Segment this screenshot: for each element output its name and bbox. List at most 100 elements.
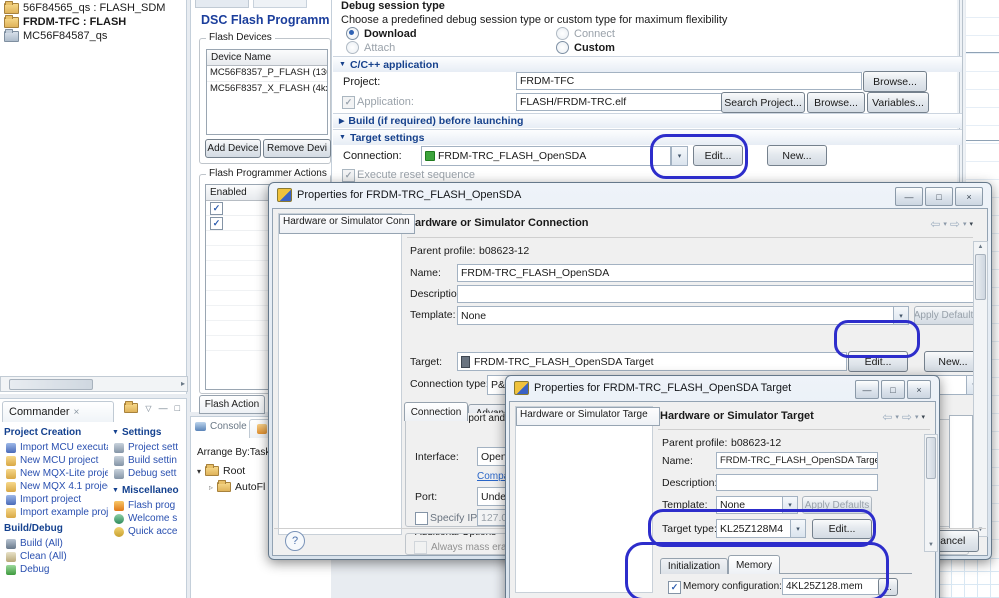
new-project-icon[interactable] [124, 401, 139, 413]
tree-hscrollbar[interactable]: ▸ [0, 376, 188, 392]
tree-collapsed-icon[interactable]: ▹ [209, 483, 213, 492]
cmd-flash-programmer[interactable]: Flash prog [114, 500, 184, 511]
tree-item[interactable]: FRDM-TFC : FLASH [4, 14, 126, 28]
browse-button[interactable]: Browse... [807, 92, 865, 113]
back-icon[interactable]: ⇦ [882, 410, 892, 424]
dropdown-icon[interactable]: ▾ [895, 413, 899, 421]
cmd-project-settings[interactable]: Project sett [114, 442, 184, 453]
cut-editor-tab[interactable] [253, 0, 307, 8]
section-miscellaneous[interactable]: ▼ Miscellaneo [112, 485, 179, 496]
back-icon[interactable]: ⇦ [930, 217, 940, 231]
search-project-button[interactable]: Search Project... [721, 92, 805, 113]
maximize-view-icon[interactable]: □ [175, 403, 180, 413]
specify-ip-checkbox[interactable] [415, 512, 428, 525]
tree-item[interactable]: MC56F84587_qs [4, 28, 107, 42]
dialog-vscrollbar[interactable]: ▲ ▼ [973, 241, 988, 537]
name-input[interactable]: FRDM-TRC_FLASH_OpenSDA Target [716, 452, 878, 469]
connection-new-button[interactable]: New... [767, 145, 827, 166]
section-cpp-application[interactable]: ▼ C/C++ application [333, 56, 962, 72]
flash-action-tab[interactable]: Flash Action [199, 395, 265, 414]
section-project-creation[interactable]: Project Creation [4, 427, 81, 438]
scroll-thumb[interactable] [926, 437, 936, 479]
section-settings[interactable]: ▼ Settings [112, 427, 161, 438]
dialog-titlebar[interactable]: Properties for FRDM-TRC_FLASH_OpenSDA [277, 188, 521, 202]
maximize-button[interactable]: □ [881, 380, 905, 399]
help-button[interactable]: ? [285, 531, 305, 551]
sidebar-item-hw-target[interactable]: Hardware or Simulator Targe [516, 407, 660, 426]
radio-download[interactable]: Download [346, 27, 417, 40]
radio-attach[interactable]: Attach [346, 41, 395, 54]
connection-combo[interactable]: FRDM-TRC_FLASH_OpenSDA [421, 146, 671, 166]
name-input[interactable]: FRDM-TRC_FLASH_OpenSDA [457, 264, 979, 282]
apply-defaults-button[interactable]: Apply Defaults [914, 306, 978, 325]
cmd-debug-settings[interactable]: Debug sett [114, 468, 184, 479]
description-input[interactable] [716, 474, 878, 491]
minimize-button[interactable]: — [895, 187, 923, 206]
close-icon[interactable]: × [74, 407, 80, 418]
description-input[interactable] [457, 285, 979, 303]
sidebar-item-hw-connection[interactable]: Hardware or Simulator Conn [279, 214, 415, 234]
radio-custom[interactable]: Custom [556, 41, 615, 54]
section-build-before-launch[interactable]: ▶ Build (if required) before launching [333, 113, 962, 128]
cmd-debug[interactable]: Debug [6, 564, 108, 575]
minimize-view-icon[interactable]: — [159, 403, 168, 413]
forward-icon[interactable]: ⇨ [902, 410, 912, 424]
close-button[interactable]: × [955, 187, 983, 206]
scroll-up-icon[interactable]: ▲ [974, 242, 987, 252]
scroll-thumb[interactable] [975, 254, 986, 300]
dropdown-icon[interactable]: ▾ [915, 413, 919, 421]
view-menu-icon[interactable]: ▾ [969, 220, 973, 228]
cmd-welcome-screen[interactable]: Welcome s [114, 513, 184, 524]
section-target-settings[interactable]: ▼ Target settings [333, 129, 962, 145]
target-field[interactable]: FRDM-TRC_FLASH_OpenSDA Target [457, 352, 847, 371]
cmd-quick-access[interactable]: Quick acce [114, 526, 184, 537]
cmd-clean-all[interactable]: Clean (All) [6, 551, 108, 562]
enabled-checkbox[interactable]: ✓ [210, 201, 223, 215]
browse-button[interactable]: Browse... [863, 71, 927, 92]
cmd-new-mcu-project[interactable]: New MCU project [6, 455, 108, 466]
console-tab[interactable]: Console [195, 421, 247, 432]
project-input[interactable]: FRDM-TFC [516, 72, 862, 90]
minimize-button[interactable]: — [855, 380, 879, 399]
column-header-device-name[interactable]: Device Name [207, 50, 327, 66]
dialog-titlebar[interactable]: Properties for FRDM-TRC_FLASH_OpenSDA Ta… [514, 381, 791, 395]
scroll-right-icon[interactable]: ▸ [181, 379, 185, 389]
scroll-thumb[interactable] [9, 379, 93, 390]
table-row[interactable]: MC56F8357_X_FLASH (4kx1 [207, 81, 327, 97]
cmd-build-settings[interactable]: Build settin [114, 455, 184, 466]
maximize-button[interactable]: □ [925, 187, 953, 206]
close-button[interactable]: × [907, 380, 931, 399]
cmd-import-example[interactable]: Import example project [6, 507, 108, 518]
tree-item-root[interactable]: ▾ Root [197, 464, 245, 477]
execute-reset-checkbox[interactable]: ✓ [342, 169, 355, 182]
cmd-import-project[interactable]: Import project [6, 494, 108, 505]
variables-button[interactable]: Variables... [867, 92, 929, 113]
cmd-new-mqx-41[interactable]: New MQX 4.1 project [6, 481, 108, 492]
dropdown-icon[interactable]: ▾ [943, 220, 947, 228]
remove-device-button[interactable]: Remove Devi [263, 139, 331, 158]
tree-item-autoflash[interactable]: ▹ AutoFl [209, 480, 265, 493]
always-mass-erase-checkbox[interactable] [414, 541, 427, 554]
section-build-debug[interactable]: Build/Debug [4, 523, 63, 534]
enabled-checkbox[interactable]: ✓ [210, 216, 223, 230]
table-row[interactable]: MC56F8357_P_FLASH (136k [207, 66, 327, 81]
add-device-button[interactable]: Add Device [205, 139, 261, 158]
tree-expanded-icon[interactable]: ▾ [197, 467, 201, 476]
tree-item[interactable]: 56F84565_qs : FLASH_SDM [4, 0, 165, 14]
cmd-import-mcu-executable[interactable]: Import MCU executable file [6, 442, 108, 453]
panel-splitter[interactable] [956, 0, 965, 185]
commander-tab[interactable]: Commander × [2, 401, 114, 422]
view-menu-icon[interactable]: ▽ [145, 404, 151, 413]
cmd-build-all[interactable]: Build (All) [6, 538, 108, 549]
view-menu-icon[interactable]: ▾ [921, 413, 925, 421]
application-input[interactable]: FLASH/FRDM-TRC.elf [516, 93, 724, 111]
application-checkbox[interactable]: ✓ [342, 96, 355, 109]
dialog-vscrollbar[interactable]: ▼ [924, 434, 938, 552]
scroll-down-icon[interactable]: ▼ [925, 540, 937, 550]
dropdown-icon[interactable]: ▾ [963, 220, 967, 228]
radio-connect[interactable]: Connect [556, 27, 615, 40]
forward-icon[interactable]: ⇨ [950, 217, 960, 231]
cut-editor-tab[interactable] [195, 0, 249, 8]
cmd-new-mqx-lite[interactable]: New MQX-Lite project [6, 468, 108, 479]
tab-connection[interactable]: Connection [404, 402, 468, 421]
